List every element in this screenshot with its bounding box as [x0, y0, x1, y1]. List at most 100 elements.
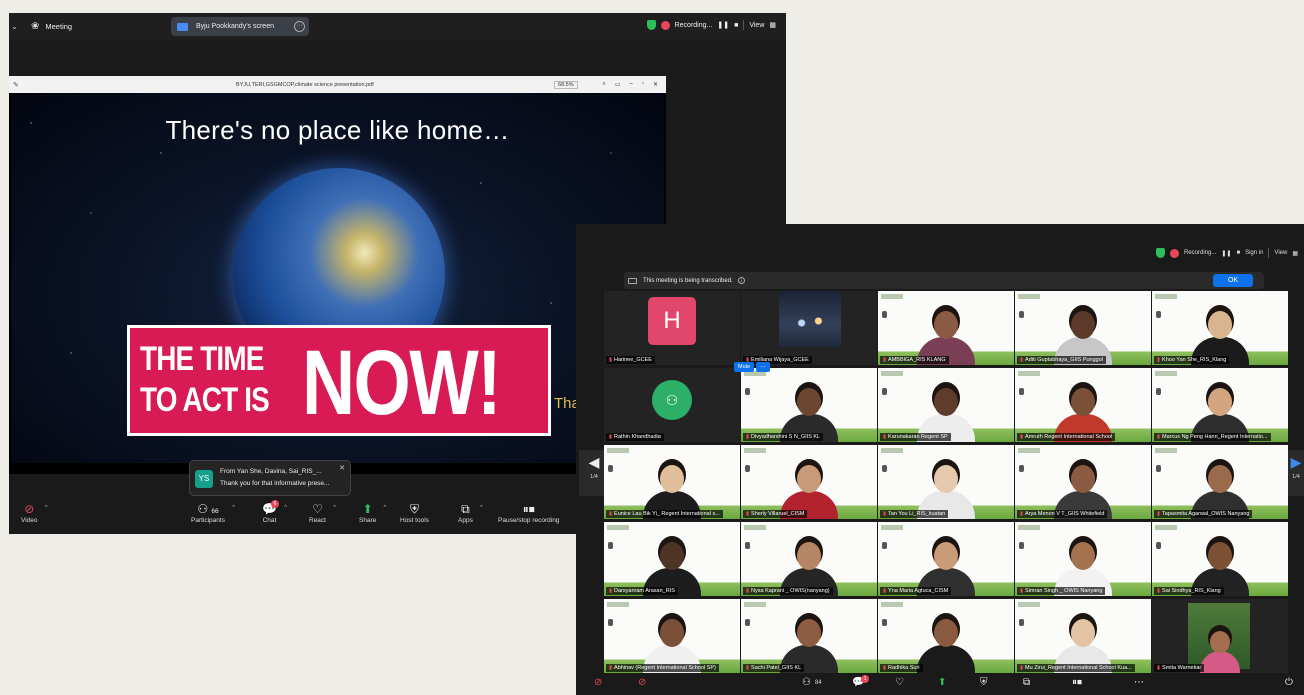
meeting-label[interactable]: Meeting: [45, 22, 72, 31]
video-button[interactable]: ⊘ Video ^: [21, 502, 48, 524]
panda-logo-icon: [745, 619, 750, 626]
sign-in-button[interactable]: Sign in: [1245, 250, 1263, 256]
participant-tile[interactable]: ▮ Eunice Lau Bik Yi_ Regent International…: [604, 445, 740, 519]
pause-stop-icon[interactable]: ⏸⏹: [1072, 677, 1082, 688]
panda-logo-icon: [1156, 542, 1161, 549]
mic-muted-icon: ▮: [883, 357, 887, 363]
pause-recording-icon[interactable]: ❚❚: [1221, 250, 1231, 257]
chat-notification[interactable]: YS From Yan She, Davina, Sai_RIS_... Tha…: [189, 460, 351, 496]
page-indicator: 1/4: [1292, 474, 1300, 480]
stop-recording-icon[interactable]: ■: [734, 22, 738, 29]
view-button[interactable]: View: [749, 22, 764, 29]
participant-tile[interactable]: ▮ Tapasmita Agarwal_OWIS Nanyang: [1152, 445, 1288, 519]
person-head: [660, 465, 684, 493]
participant-name: ▮ Smita Warnekar: [1154, 664, 1205, 672]
view-button[interactable]: View: [1274, 250, 1287, 256]
participant-tile[interactable]: ▮ Arya Menon V T_GIIS Whitefield: [1015, 445, 1151, 519]
mic-muted-icon: ▮: [1157, 665, 1161, 671]
pause-recording-icon[interactable]: ❚❚: [717, 21, 729, 29]
thumbnail-icon[interactable]: ▭: [615, 81, 621, 88]
participant-tile[interactable]: ▮ Simran Singh _ OWIS Nanyang: [1015, 522, 1151, 596]
apps-button[interactable]: ⧉ Apps ^: [458, 502, 483, 524]
share-button[interactable]: ⬆ Share ^: [359, 502, 386, 524]
participant-tile[interactable]: ▮ Amruth Regent International School: [1015, 368, 1151, 442]
apps-icon[interactable]: ⧉: [1023, 677, 1030, 688]
mic-muted-icon: ▮: [1020, 588, 1024, 594]
participant-name: ▮ Khoo Yan She_RIS_Klang: [1154, 356, 1230, 364]
participant-tile[interactable]: ▮ AMBBIGA_RIS KLANG: [878, 291, 1014, 365]
participant-tile[interactable]: ▮ Sherly Villaruel_CISM: [741, 445, 877, 519]
participant-tile[interactable]: ▮ Abhinav (Regent International School SP…: [604, 599, 740, 673]
participant-tile[interactable]: ▮ Nysa Kaprani _ OWIS(nanyang): [741, 522, 877, 596]
shield-icon[interactable]: ⛨: [980, 677, 988, 688]
caret-up-icon[interactable]: ^: [45, 505, 48, 511]
participant-tile[interactable]: ▮ Smita Warnekar: [1152, 599, 1288, 673]
participant-name: ▮ Karunakaran Regent SP: [880, 433, 951, 441]
pause-stop-recording-button[interactable]: ⏸⏹ Pause/stop recording: [498, 502, 559, 524]
participant-tile[interactable]: ▮ Sachi Patel_GIIS KL: [741, 599, 877, 673]
ok-button[interactable]: OK: [1213, 274, 1253, 287]
participant-tile[interactable]: ▮ Khoo Yan She_RIS_Klang: [1152, 291, 1288, 365]
chat-button[interactable]: 💬 6 Chat ^: [262, 500, 287, 524]
participant-name: ▮ Aditi Guptabhaya_GIIS Punggol: [1017, 356, 1107, 364]
caret-up-icon[interactable]: ^: [284, 505, 287, 511]
participant-tile[interactable]: H ▮ Harinee_GCEE: [604, 291, 740, 365]
participant-tile[interactable]: ▮ Darsyanram Arasan_RIS: [604, 522, 740, 596]
screen-share-indicator[interactable]: Byju Pookkandy's screen ⋯: [171, 17, 309, 36]
shield-icon[interactable]: [646, 20, 656, 30]
minimize-icon[interactable]: –: [629, 81, 632, 88]
person-head: [797, 542, 821, 570]
participant-tile[interactable]: ▮ Radhika Suri: [878, 599, 1014, 673]
close-icon[interactable]: ✕: [339, 464, 345, 472]
participant-tile[interactable]: ▮ Marcus Ng Peng Hann_Regent Internatio..…: [1152, 368, 1288, 442]
chevron-down-icon[interactable]: ⌄: [11, 22, 21, 31]
participant-name-text: Aditi Guptabhaya_GIIS Punggol: [1025, 357, 1104, 363]
participant-tile[interactable]: ▮ Divyadharshini S N_GIIS KL: [741, 368, 877, 442]
more-options-button[interactable]: ···: [756, 362, 770, 372]
react-button[interactable]: ♡ React ^: [309, 502, 336, 524]
search-icon[interactable]: ⌕: [602, 81, 605, 88]
stop-recording-icon[interactable]: ■: [1236, 250, 1240, 256]
more-icon[interactable]: ⋯: [294, 21, 305, 32]
participant-tile[interactable]: ▮ Tan You Li_RIS_kuatan: [878, 445, 1014, 519]
close-icon[interactable]: ✕: [653, 81, 658, 88]
caret-up-icon[interactable]: ^: [384, 505, 387, 511]
participant-tile[interactable]: ▮ Sai Sindhya_RIS_Klang: [1152, 522, 1288, 596]
caret-up-icon[interactable]: ^: [333, 505, 336, 511]
background-logo: [1155, 448, 1177, 453]
caret-up-icon[interactable]: ^: [480, 505, 483, 511]
slide: There's no place like home… THE TIME TO …: [11, 93, 664, 463]
background-logo: [1155, 525, 1177, 530]
end-meeting-icon[interactable]: ⏻: [1285, 677, 1293, 688]
call-to-action-banner: THE TIME TO ACT IS NOW!: [127, 325, 551, 436]
participant-name-text: Karunakaran Regent SP: [888, 434, 948, 440]
mute-button[interactable]: Mute: [734, 362, 755, 372]
participants-button[interactable]: ⚇ 66 Participants ^: [191, 502, 235, 524]
pin-icon[interactable]: ✎: [13, 81, 19, 89]
more-icon[interactable]: ⋯: [1134, 677, 1144, 688]
participant-tile[interactable]: ▮ Yna Maria Agtuca_CISM: [878, 522, 1014, 596]
participant-tile[interactable]: ▮ Aditi Guptabhaya_GIIS Punggol: [1015, 291, 1151, 365]
video-off-icon[interactable]: ⊘: [638, 677, 646, 688]
host-tools-button[interactable]: ⛨ Host tools: [400, 502, 429, 524]
heart-icon[interactable]: ♡: [895, 677, 904, 688]
caret-up-icon[interactable]: ^: [232, 505, 235, 511]
participant-tile[interactable]: ▮ Karunakaran Regent SP: [878, 368, 1014, 442]
info-icon[interactable]: i: [737, 277, 745, 284]
participant-name-text: Mu Zirui_Regent International School Kua…: [1025, 665, 1132, 671]
view-grid-icon[interactable]: ▦: [769, 21, 776, 29]
shield-icon[interactable]: [1156, 248, 1166, 258]
participants-icon[interactable]: ⚇: [802, 677, 811, 688]
person-body: [1200, 651, 1240, 673]
zoom-level[interactable]: 68.5%: [554, 80, 578, 89]
panda-logo-icon: [882, 542, 887, 549]
share-icon[interactable]: ⬆: [938, 677, 946, 688]
participant-name-text: Marcus Ng Peng Hann_Regent Internatio...: [1162, 434, 1268, 440]
maximize-icon[interactable]: ▫: [642, 81, 644, 88]
participant-tile[interactable]: ▮ Emiliana Wijaya_GCEE: [741, 291, 877, 365]
participant-tile[interactable]: ⚇ ▮ Rathin Khandhadia: [604, 368, 740, 442]
mic-off-icon[interactable]: ⊘: [594, 677, 602, 688]
person-body: [917, 645, 975, 673]
participant-tile[interactable]: ▮ Mu Zirui_Regent International School Ku…: [1015, 599, 1151, 673]
view-grid-icon[interactable]: ▦: [1292, 250, 1298, 257]
